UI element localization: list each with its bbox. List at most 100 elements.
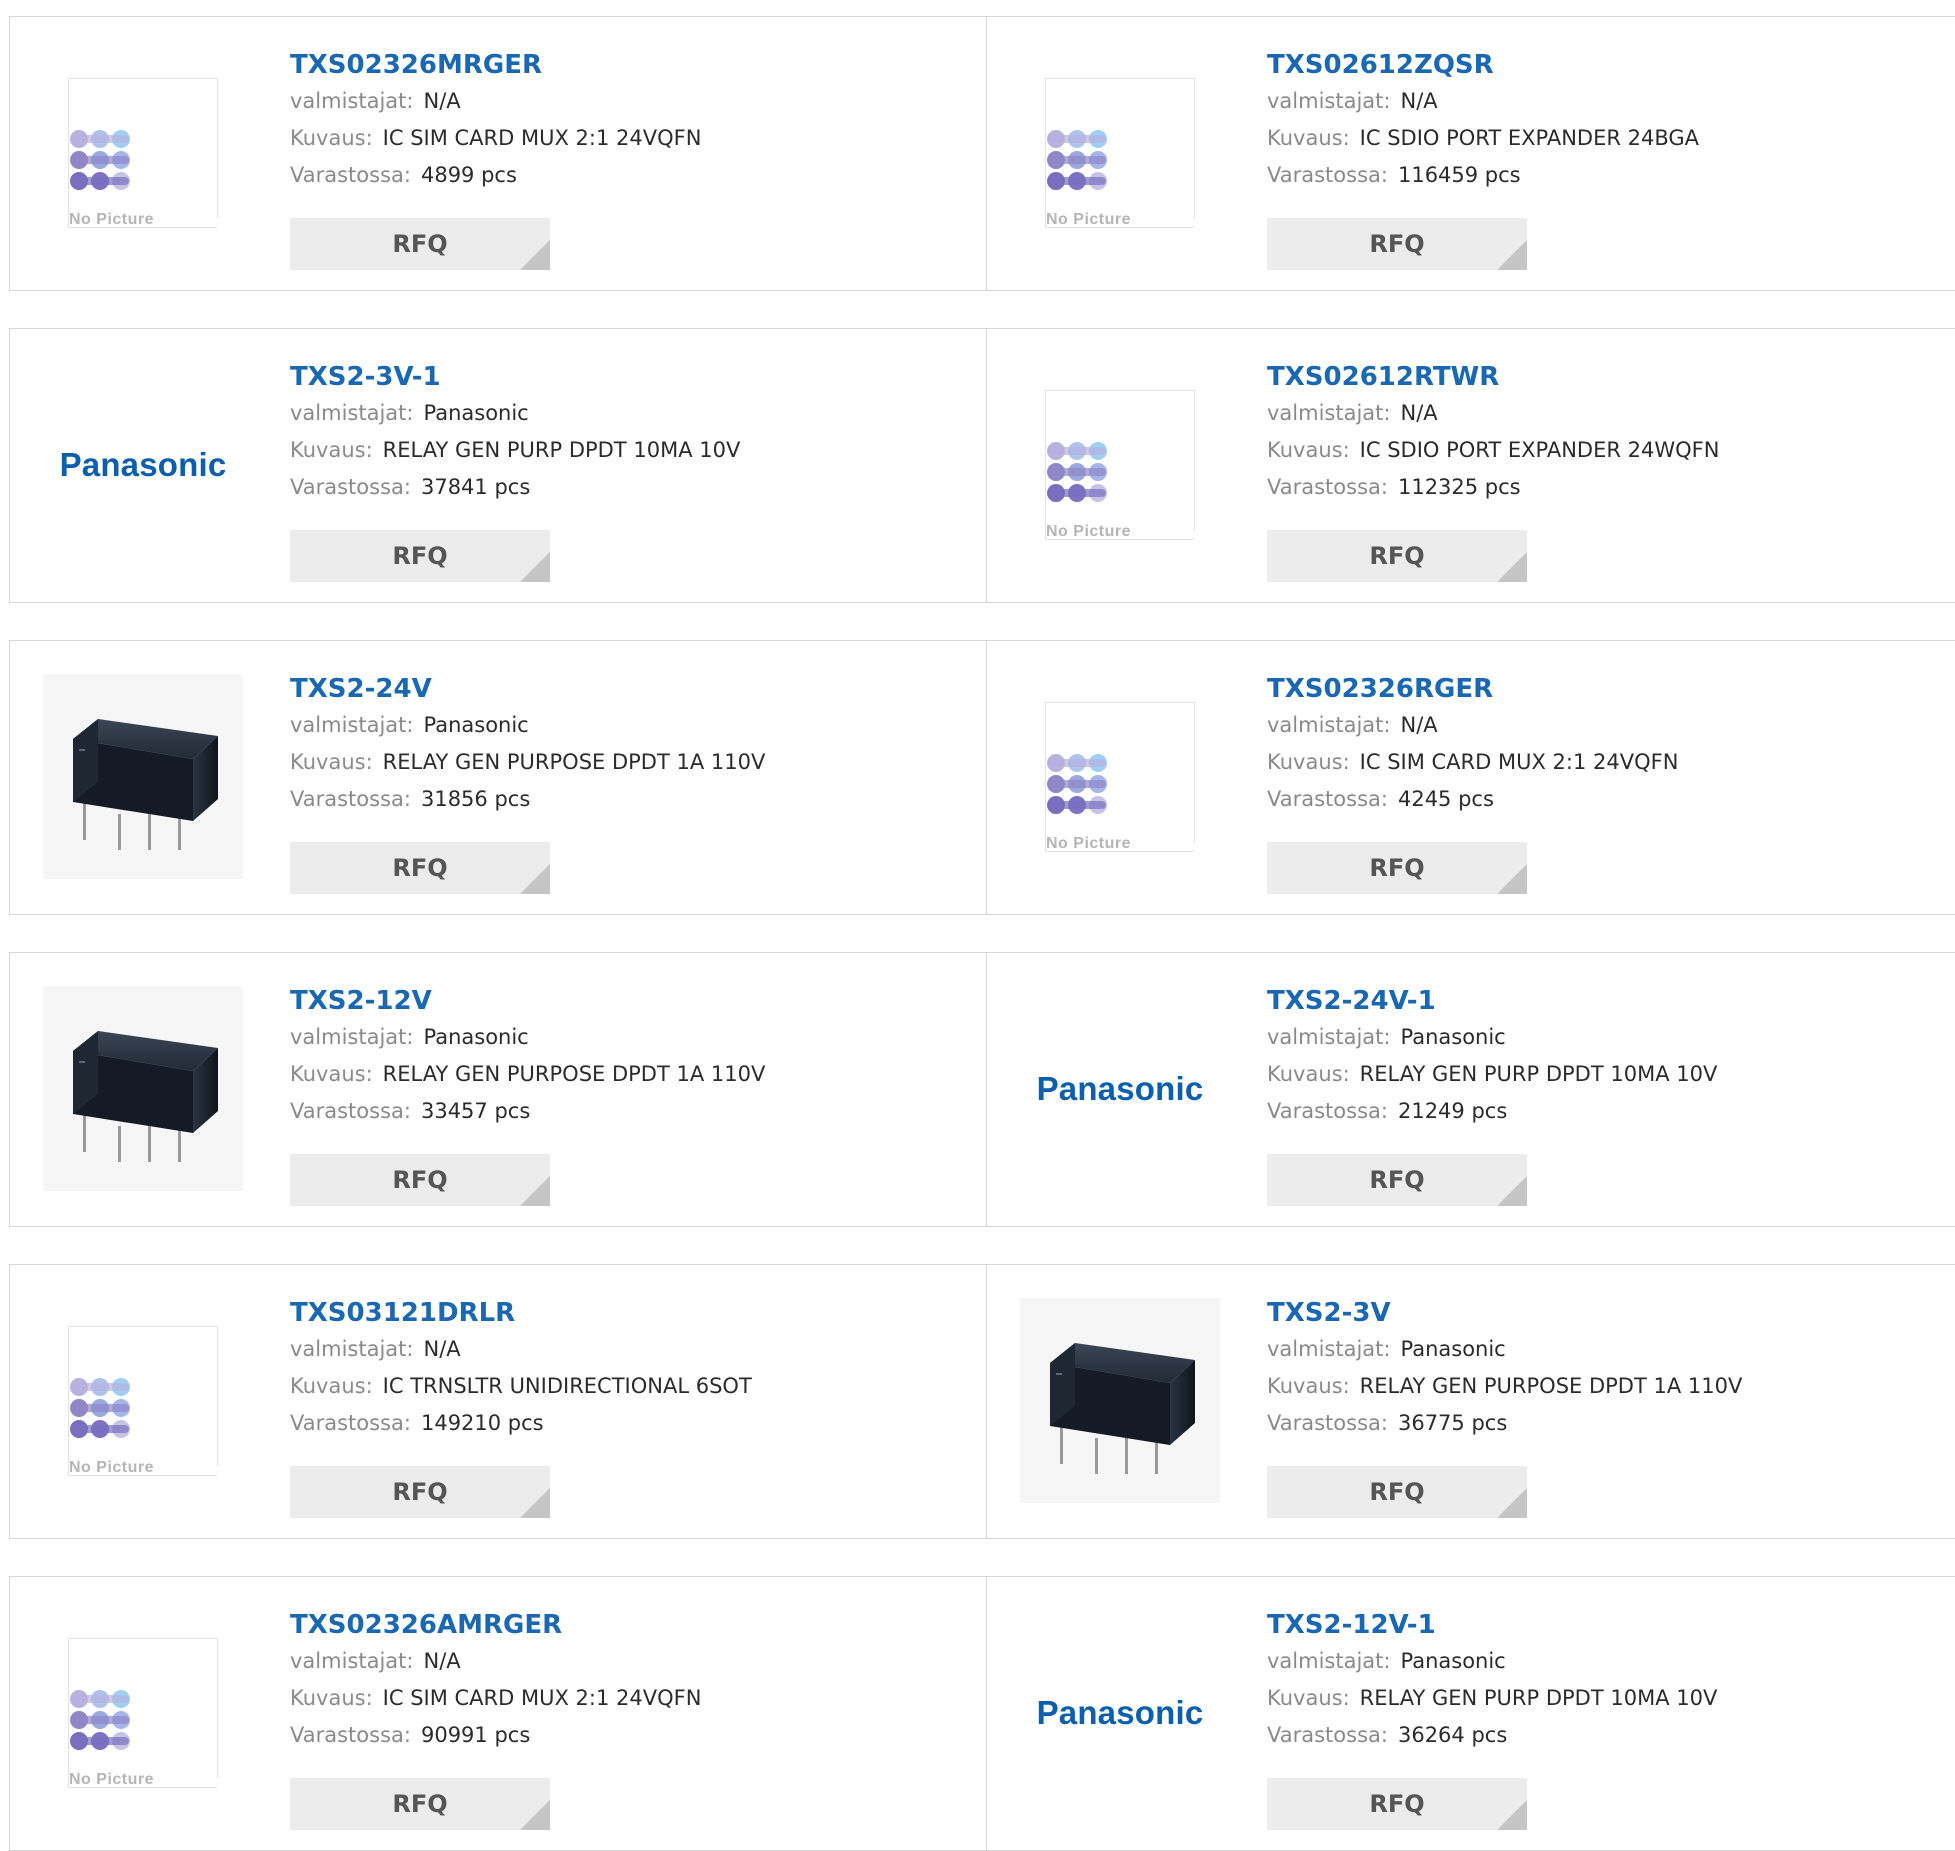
part-number-link[interactable]: TXS02326AMRGER <box>290 1607 701 1643</box>
rfq-button-label: RFQ <box>392 230 448 258</box>
rfq-button[interactable]: RFQ <box>1267 530 1527 582</box>
no-picture-icon <box>70 1689 130 1750</box>
manufacturer-row: valmistajat: N/A <box>290 1643 701 1680</box>
part-number-link[interactable]: TXS02612ZQSR <box>1267 47 1699 83</box>
description-label: Kuvaus: <box>1267 750 1350 774</box>
part-number-link[interactable]: TXS02612RTWR <box>1267 359 1719 395</box>
stock-row: Varastossa: 4245 pcs <box>1267 781 1678 818</box>
description-value: IC SIM CARD MUX 2:1 24VQFN <box>382 126 702 150</box>
product-thumbnail[interactable]: No Picture <box>1019 50 1221 255</box>
part-number-link[interactable]: TXS02326MRGER <box>290 47 701 83</box>
corner-triangle-icon <box>1497 864 1527 894</box>
stock-label: Varastossa: <box>1267 163 1388 187</box>
part-number-link[interactable]: TXS2-24V-1 <box>1267 983 1717 1019</box>
manufacturer-row: valmistajat: Panasonic <box>290 395 740 432</box>
stock-value: 33457 pcs <box>420 1099 531 1123</box>
product-thumbnail[interactable] <box>42 674 244 879</box>
manufacturer-value: Panasonic <box>423 401 529 425</box>
part-number-link[interactable]: TXS02326RGER <box>1267 671 1678 707</box>
stock-row: Varastossa: 36264 pcs <box>1267 1717 1717 1754</box>
rfq-button-label: RFQ <box>1369 1790 1425 1818</box>
divider <box>69 226 217 228</box>
no-picture-placeholder: No Picture <box>68 1637 218 1789</box>
rfq-button-label: RFQ <box>1369 1166 1425 1194</box>
product-thumbnail[interactable]: Panasonic <box>42 362 244 567</box>
product-thumbnail[interactable]: No Picture <box>42 1298 244 1503</box>
manufacturer-label: valmistajat: <box>1267 1649 1391 1673</box>
description-value: IC SIM CARD MUX 2:1 24VQFN <box>1359 750 1679 774</box>
manufacturer-row: valmistajat: Panasonic <box>1267 1643 1717 1680</box>
stock-value: 4899 pcs <box>420 163 517 187</box>
rfq-button[interactable]: RFQ <box>1267 1778 1527 1830</box>
divider <box>69 1474 217 1476</box>
rfq-button[interactable]: RFQ <box>1267 1466 1527 1518</box>
description-value: IC TRNSLTR UNIDIRECTIONAL 6SOT <box>382 1374 752 1398</box>
part-number-link[interactable]: TXS03121DRLR <box>290 1295 752 1331</box>
rfq-button[interactable]: RFQ <box>290 842 550 894</box>
part-number-link[interactable]: TXS2-12V-1 <box>1267 1607 1717 1643</box>
rfq-button-label: RFQ <box>1369 854 1425 882</box>
product-thumbnail[interactable]: No Picture <box>42 50 244 255</box>
manufacturer-value: Panasonic <box>1400 1649 1506 1673</box>
product-card: TXS2-12V valmistajat: Panasonic Kuvaus: RE… <box>9 952 987 1227</box>
rfq-button[interactable]: RFQ <box>1267 842 1527 894</box>
part-number-link[interactable]: TXS2-12V <box>290 983 765 1019</box>
manufacturer-label: valmistajat: <box>1267 713 1391 737</box>
stock-label: Varastossa: <box>290 1411 411 1435</box>
relay-icon <box>1050 1343 1195 1474</box>
manufacturer-row: valmistajat: Panasonic <box>290 707 765 744</box>
rfq-button[interactable]: RFQ <box>1267 218 1527 270</box>
relay-product-image <box>43 674 243 879</box>
relay-icon <box>73 1031 218 1162</box>
no-picture-icon <box>70 129 130 190</box>
corner-triangle-icon <box>520 552 550 582</box>
no-picture-icon <box>1047 753 1107 814</box>
rfq-button[interactable]: RFQ <box>290 1466 550 1518</box>
manufacturer-value: N/A <box>1400 89 1438 113</box>
stock-label: Varastossa: <box>290 1099 411 1123</box>
manufacturer-row: valmistajat: N/A <box>290 83 701 120</box>
stock-label: Varastossa: <box>1267 1723 1388 1747</box>
stock-value: 149210 pcs <box>420 1411 544 1435</box>
stock-row: Varastossa: 21249 pcs <box>1267 1093 1717 1130</box>
manufacturer-value: N/A <box>423 1649 461 1673</box>
part-number-link[interactable]: TXS2-24V <box>290 671 765 707</box>
product-grid: No Picture TXS02326MRGER valmistajat: N/A… <box>9 16 1955 1851</box>
stock-label: Varastossa: <box>290 787 411 811</box>
stock-label: Varastossa: <box>290 1723 411 1747</box>
product-info: TXS02612RTWR valmistajat: N/A Kuvaus: IC S… <box>1267 359 1719 506</box>
part-number-link[interactable]: TXS2-3V <box>1267 1295 1742 1331</box>
product-info: TXS2-12V-1 valmistajat: Panasonic Kuvaus:… <box>1267 1607 1717 1754</box>
description-row: Kuvaus: IC SDIO PORT EXPANDER 24BGA <box>1267 120 1699 157</box>
stock-value: 36264 pcs <box>1397 1723 1508 1747</box>
no-picture-placeholder: No Picture <box>1045 77 1195 229</box>
manufacturer-row: valmistajat: Panasonic <box>1267 1019 1717 1056</box>
rfq-button[interactable]: RFQ <box>290 1778 550 1830</box>
rfq-button[interactable]: RFQ <box>1267 1154 1527 1206</box>
rfq-button[interactable]: RFQ <box>290 1154 550 1206</box>
stock-value: 21249 pcs <box>1397 1099 1508 1123</box>
product-thumbnail[interactable]: No Picture <box>42 1610 244 1815</box>
manufacturer-row: valmistajat: Panasonic <box>1267 1331 1742 1368</box>
description-value: RELAY GEN PURPOSE DPDT 1A 110V <box>1359 1374 1743 1398</box>
rfq-button[interactable]: RFQ <box>290 530 550 582</box>
description-value: RELAY GEN PURPOSE DPDT 1A 110V <box>382 750 766 774</box>
manufacturer-row: valmistajat: N/A <box>290 1331 752 1368</box>
product-thumbnail[interactable]: No Picture <box>1019 674 1221 879</box>
no-picture-icon <box>1047 441 1107 502</box>
product-thumbnail[interactable]: No Picture <box>1019 362 1221 567</box>
product-info: TXS02326RGER valmistajat: N/A Kuvaus: IC S… <box>1267 671 1678 818</box>
product-thumbnail[interactable] <box>1019 1298 1221 1503</box>
stock-label: Varastossa: <box>1267 1099 1388 1123</box>
rfq-button[interactable]: RFQ <box>290 218 550 270</box>
product-thumbnail[interactable]: Panasonic <box>1019 986 1221 1191</box>
product-thumbnail[interactable] <box>42 986 244 1191</box>
description-label: Kuvaus: <box>1267 1686 1350 1710</box>
no-picture-placeholder: No Picture <box>68 1325 218 1477</box>
divider <box>1046 850 1194 852</box>
no-picture-icon <box>1047 129 1107 190</box>
corner-triangle-icon <box>1497 240 1527 270</box>
part-number-link[interactable]: TXS2-3V-1 <box>290 359 740 395</box>
product-thumbnail[interactable]: Panasonic <box>1019 1610 1221 1815</box>
divider <box>1046 226 1194 228</box>
